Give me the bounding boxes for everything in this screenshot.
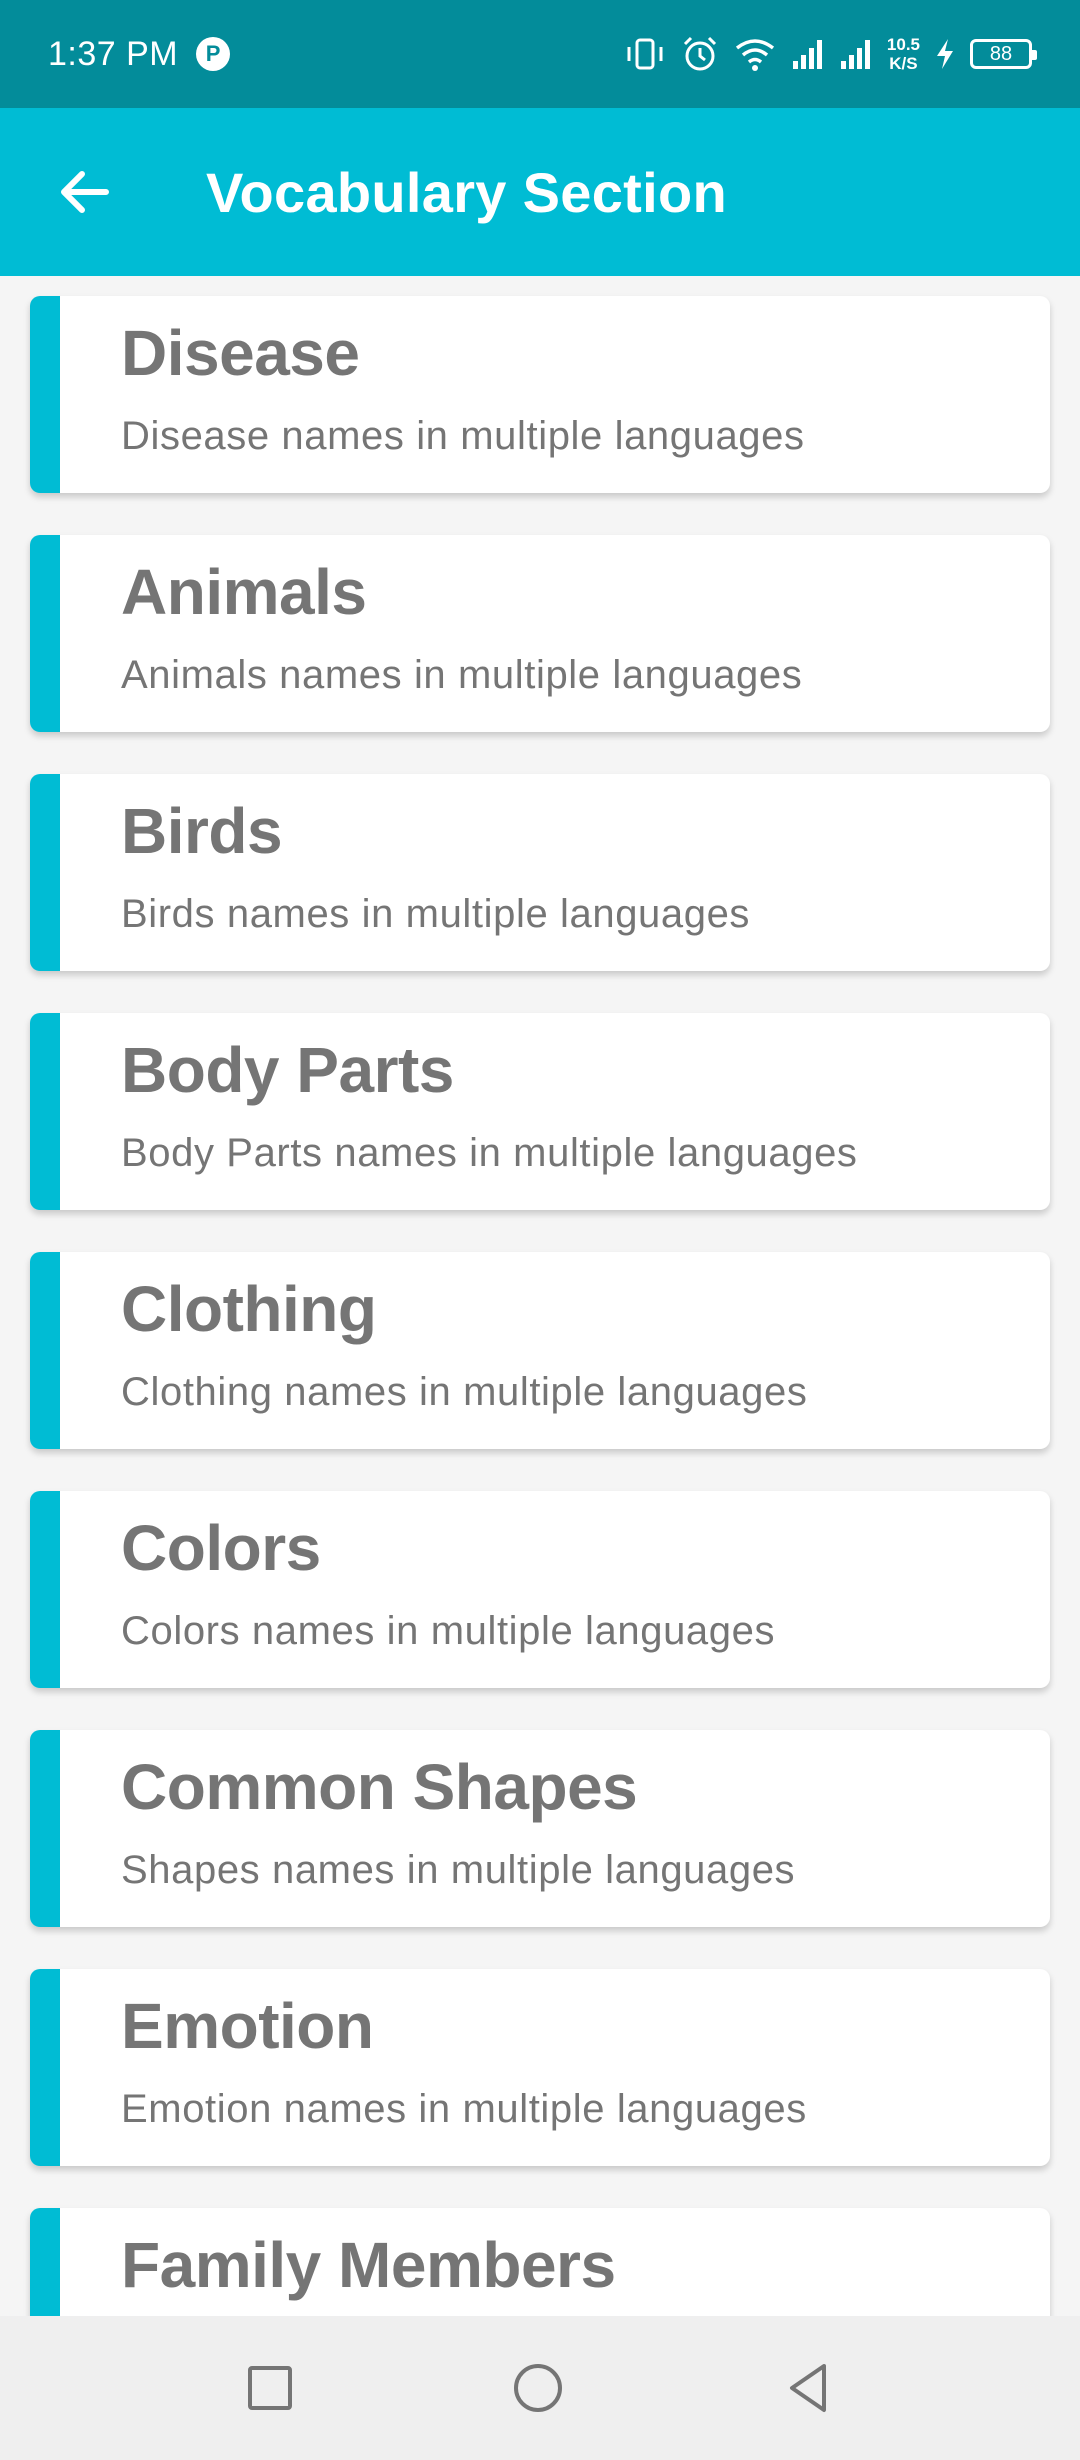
category-list[interactable]: Disease Disease names in multiple langua… (0, 276, 1080, 2316)
card-title: Animals (121, 556, 367, 628)
card-title: Birds (121, 795, 283, 867)
signal-icon (792, 40, 822, 69)
card-title: Disease (121, 317, 360, 389)
battery-level: 88 (989, 42, 1013, 65)
card-accent-bar (30, 774, 60, 971)
card-subtitle: Shapes names in multiple languages (121, 1848, 796, 1892)
card-title: Family Members (121, 2229, 616, 2301)
category-card-common-shapes[interactable]: Common Shapes Shapes names in multiple l… (30, 1730, 1050, 1927)
app-bar: Vocabulary Section (0, 108, 1080, 276)
status-icons: 10.5 K/S 88 (623, 35, 1037, 73)
system-back-button[interactable] (780, 2360, 836, 2416)
back-triangle-icon (790, 2364, 826, 2412)
card-subtitle: Emotion names in multiple languages (121, 2087, 807, 2131)
card-title: Emotion (121, 1990, 374, 2062)
home-button[interactable] (510, 2360, 566, 2416)
card-title: Common Shapes (121, 1751, 638, 1823)
category-card-colors[interactable]: Colors Colors names in multiple language… (30, 1491, 1050, 1688)
card-title: Clothing (121, 1273, 377, 1345)
category-card-emotion[interactable]: Emotion Emotion names in multiple langua… (30, 1969, 1050, 2166)
signal-icon (840, 40, 870, 69)
category-card-disease[interactable]: Disease Disease names in multiple langua… (30, 296, 1050, 493)
page-title: Vocabulary Section (206, 160, 727, 224)
card-accent-bar (30, 2208, 60, 2316)
card-title: Colors (121, 1512, 321, 1584)
vibrate-icon (627, 38, 663, 70)
charging-icon (937, 39, 953, 69)
app-notification-icon: P (196, 37, 231, 71)
wifi-icon (735, 39, 774, 71)
category-card-birds[interactable]: Birds Birds names in multiple languages (30, 774, 1050, 971)
network-speed: 10.5 K/S (887, 35, 920, 73)
category-card-family-members[interactable]: Family Members (30, 2208, 1050, 2316)
status-time: 1:37 PM (48, 34, 179, 73)
recents-button[interactable] (242, 2360, 298, 2416)
category-card-clothing[interactable]: Clothing Clothing names in multiple lang… (30, 1252, 1050, 1449)
system-nav-bar (0, 2316, 1080, 2460)
card-subtitle: Disease names in multiple languages (121, 414, 805, 458)
card-accent-bar (30, 296, 60, 493)
recents-square-icon (248, 2366, 292, 2410)
card-subtitle: Animals names in multiple languages (121, 653, 803, 697)
category-card-animals[interactable]: Animals Animals names in multiple langua… (30, 535, 1050, 732)
card-subtitle: Colors names in multiple languages (121, 1609, 776, 1653)
home-circle-icon (514, 2364, 562, 2412)
card-accent-bar (30, 1969, 60, 2166)
back-button[interactable] (52, 160, 116, 224)
category-card-body-parts[interactable]: Body Parts Body Parts names in multiple … (30, 1013, 1050, 1210)
status-bar: 1:37 PM P 10.5 K/S 88 (0, 0, 1080, 108)
battery-icon: 88 (970, 39, 1037, 69)
card-accent-bar (30, 1491, 60, 1688)
arrow-left-icon (61, 171, 109, 213)
card-subtitle: Birds names in multiple languages (121, 892, 751, 936)
card-title: Body Parts (121, 1034, 454, 1106)
card-subtitle: Clothing names in multiple languages (121, 1370, 808, 1414)
screen: 1:37 PM P 10.5 K/S 88 Vocabulary Section… (0, 0, 1080, 2460)
card-accent-bar (30, 1013, 60, 1210)
network-speed-unit: K/S (889, 54, 918, 73)
alarm-icon (683, 36, 716, 71)
card-subtitle: Body Parts names in multiple languages (121, 1131, 858, 1175)
card-accent-bar (30, 1252, 60, 1449)
card-accent-bar (30, 1730, 60, 1927)
network-speed-value: 10.5 (886, 35, 920, 54)
card-accent-bar (30, 535, 60, 732)
